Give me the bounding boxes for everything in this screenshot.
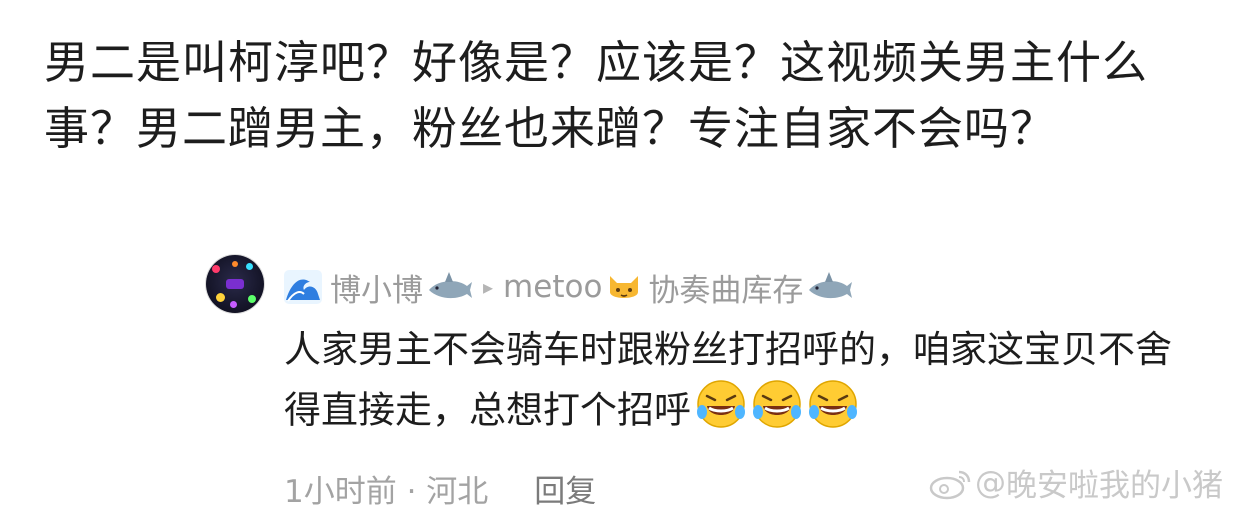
shark-icon-2 <box>807 270 853 304</box>
comment-username[interactable]: 博小博 <box>330 265 423 310</box>
watermark: @ 晚安啦我的小猪 <box>929 460 1223 505</box>
rolling-laughing-icon-3 <box>807 378 859 446</box>
comment-text: 人家男主不会骑车时跟粉丝打招呼的，咱家这宝贝不舍得直接走，总想打个招呼 <box>284 322 1184 446</box>
reply-to-user[interactable]: metoo <box>503 269 602 305</box>
weibo-logo-icon <box>929 466 971 500</box>
post-text: 男二是叫柯淳吧？好像是？应该是？这视频关男主什么事？男二蹭男主，粉丝也来蹭？专注… <box>44 36 1149 155</box>
cat-face-icon <box>606 270 642 304</box>
rolling-laughing-icon-2 <box>751 378 803 446</box>
avatar[interactable] <box>206 255 264 313</box>
watermark-text: 晚安啦我的小猪 <box>1006 468 1223 504</box>
shark-icon <box>427 270 473 304</box>
reply-button[interactable]: 回复 <box>534 466 596 511</box>
comment-meta: 1小时前 · 河北 回复 <box>284 466 596 511</box>
watermark-prefix: @ <box>975 464 1006 501</box>
rolling-laughing-icon <box>695 378 747 446</box>
reply-arrow-icon: ▸ <box>483 275 494 299</box>
reply-to-suffix: 协奏曲库存 <box>648 272 804 309</box>
wave-icon <box>284 270 322 304</box>
comment-time-location: 1小时前 · 河北 <box>284 474 489 510</box>
comment-header: 博小博 ▸ metoo 协奏曲库存 <box>284 264 853 310</box>
